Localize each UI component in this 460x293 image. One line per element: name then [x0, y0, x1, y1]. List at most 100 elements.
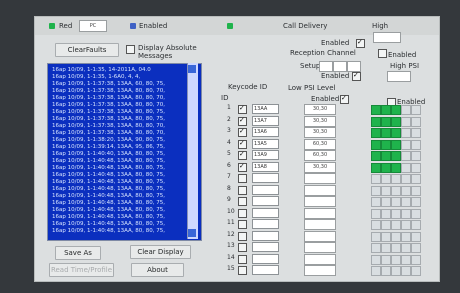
log-line: 16ap 10/09, 1-1:37:38, 13AA, 80, 80, 70, [52, 95, 166, 101]
log-line: 16ap 10/09, 1-1:37:38, 13AA, 80, 80, 70, [52, 88, 166, 94]
green-indicator [49, 23, 55, 29]
high-psi-label: High PSI [390, 62, 420, 70]
call-delivery-label: Call Delivery [283, 22, 328, 30]
log-line: 16ap 10/09, 1-1:40:48, 13AA, 80, 80, 75, [52, 207, 166, 213]
row-id: 15 [227, 265, 235, 272]
enabled-low-psi-checkbox[interactable] [340, 94, 349, 104]
sensor-indicator [371, 254, 381, 265]
row-enable-checkbox[interactable] [238, 243, 247, 252]
row-enable-checkbox[interactable] [238, 231, 247, 241]
sensor-indicator [371, 197, 381, 207]
row-code-field[interactable] [252, 219, 279, 229]
row-value-field[interactable]: 60,30 [304, 138, 336, 150]
row-code-field[interactable]: 13A7 [252, 115, 279, 126]
log-line: 16ap 10/09, 1-1:40:48, 13AA, 80, 80, 75, [52, 179, 166, 185]
log-scrollbar[interactable] [187, 63, 198, 239]
row-value-field[interactable]: 30,30 [304, 104, 336, 115]
display-absolute-label: Display Absolute [138, 44, 197, 52]
sensor-indicator [371, 162, 381, 173]
row-enable-checkbox[interactable] [238, 104, 247, 114]
display-absolute-checkbox[interactable] [126, 45, 135, 54]
sensor-indicator [401, 151, 411, 161]
row-code-field[interactable]: 13A5 [252, 138, 279, 149]
log-line: 16ap 10/09, 1-1:37:38, 13AA, 80, 80, 75, [52, 116, 166, 122]
row-value-field[interactable]: 30,30 [304, 127, 336, 138]
row-value-field[interactable]: 30,30 [304, 115, 336, 127]
about-button[interactable]: About [131, 263, 184, 277]
sensor-indicator [371, 208, 381, 219]
row-value-field[interactable] [304, 173, 336, 184]
row-enable-checkbox[interactable] [238, 174, 247, 183]
row-code-field[interactable]: 13A9 [252, 150, 279, 160]
row-enable-checkbox[interactable] [238, 266, 247, 275]
enabled-top-label: Enabled [139, 22, 168, 30]
row-code-field[interactable] [252, 230, 279, 241]
sensor-indicator [391, 162, 401, 173]
row-value-field[interactable] [304, 219, 336, 230]
row-value-field[interactable] [304, 196, 336, 207]
high-label: High [372, 22, 389, 30]
enabled-setup-checkbox[interactable] [352, 71, 361, 81]
row-value-field[interactable] [304, 242, 336, 253]
row-enable-checkbox[interactable] [238, 150, 247, 160]
row-code-field[interactable]: 13A6 [252, 127, 279, 137]
screen-frame: Red PC Enabled Call Delivery High ClearF… [0, 0, 460, 293]
read-time-button[interactable]: Read Time/Profile [49, 263, 114, 277]
sensor-indicator [371, 139, 381, 150]
row-value-field[interactable] [304, 184, 336, 196]
row-code-field[interactable]: 13AA [252, 104, 279, 114]
row-code-field[interactable] [252, 207, 279, 218]
row-enable-checkbox[interactable] [238, 139, 247, 149]
row-enable-checkbox[interactable] [238, 162, 247, 172]
high-psi-input[interactable] [387, 71, 411, 82]
row-enable-checkbox[interactable] [238, 116, 247, 126]
row-value-field[interactable] [304, 265, 336, 276]
setup-input-2[interactable] [333, 61, 347, 72]
id-header: ID [221, 94, 229, 102]
row-enable-checkbox[interactable] [238, 197, 247, 206]
right-enabled-label: Enabled [388, 51, 417, 59]
row-code-field[interactable] [252, 242, 279, 252]
log-line: 16ap 10/09, 1-1:40:48, 13AA, 80, 80, 75, [52, 186, 166, 192]
log-line: 16ap 10/09, 1-1:39:14, 13AA, 95, 86, 75, [52, 144, 166, 150]
row-code-field[interactable] [252, 265, 279, 275]
scroll-up-button[interactable] [188, 65, 196, 73]
row-code-field[interactable] [252, 196, 279, 206]
sensor-indicator [411, 116, 421, 127]
row-value-field[interactable]: 30,30 [304, 161, 336, 173]
sensor-indicator [411, 266, 421, 276]
right-enable-checkbox[interactable] [378, 49, 387, 58]
sensor-indicator [391, 128, 401, 138]
row-code-field[interactable] [252, 184, 279, 195]
clear-faults-button[interactable]: ClearFaults [55, 43, 119, 57]
row-value-field[interactable] [304, 253, 336, 265]
pc-select[interactable]: PC [79, 20, 107, 32]
row-value-field[interactable]: 60,30 [304, 150, 336, 161]
sensor-indicator [371, 220, 381, 230]
row-enable-checkbox[interactable] [238, 185, 247, 195]
sensor-indicator [381, 266, 391, 276]
sensor-indicator [401, 197, 411, 207]
clear-display-button[interactable]: Clear Display [130, 245, 191, 259]
row-value-field[interactable] [304, 230, 336, 242]
row-enable-checkbox[interactable] [238, 127, 247, 137]
row-code-field[interactable]: 13A8 [252, 161, 279, 172]
row-enable-checkbox[interactable] [238, 220, 247, 229]
log-line: 16ap 10/09, 1-1:40:40, 13AA, 80, 80, 75, [52, 151, 166, 157]
row-enable-checkbox[interactable] [238, 254, 247, 264]
scroll-down-button[interactable] [188, 229, 196, 237]
enabled-middle-checkbox[interactable] [356, 38, 365, 48]
setup-input-1[interactable] [319, 61, 333, 72]
sensor-indicator [391, 254, 401, 265]
row-code-field[interactable] [252, 173, 279, 183]
row-value-field[interactable] [304, 207, 336, 219]
high-input[interactable] [373, 32, 401, 43]
row-enable-checkbox[interactable] [238, 208, 247, 218]
row-code-field[interactable] [252, 253, 279, 264]
message-log[interactable]: 16ap 10/09, 1-1:35, 14-2011A, 04.0 16ap 1… [47, 63, 202, 241]
save-as-button[interactable]: Save As [55, 246, 101, 260]
sensor-indicator [401, 185, 411, 196]
row-id: 4 [227, 138, 231, 146]
sensor-indicator [381, 151, 391, 161]
log-line: 16ap 10/09, 1-1:38:20, 13AA, 90, 80, 75, [52, 137, 166, 143]
